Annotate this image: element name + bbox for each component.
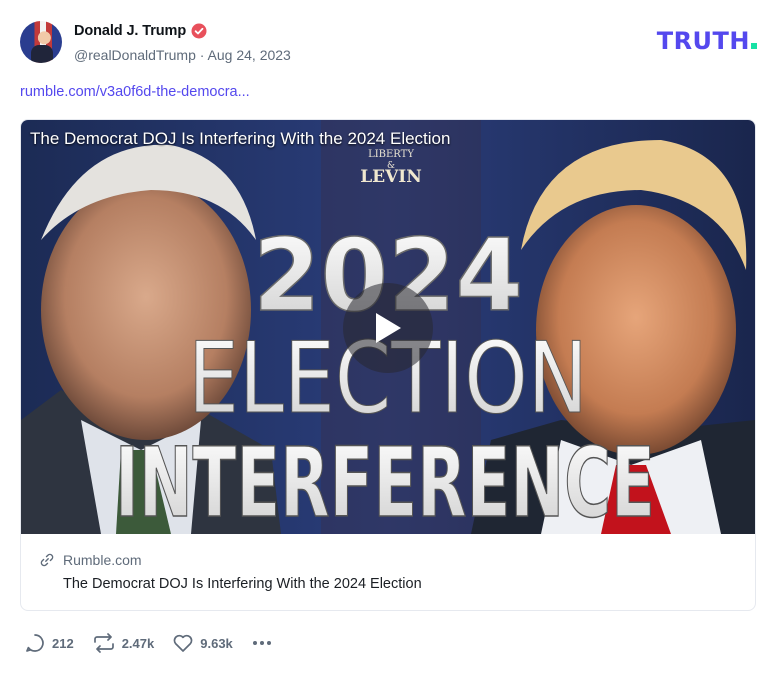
reply-button[interactable]: 212 <box>24 632 74 654</box>
play-icon <box>376 313 401 343</box>
author-handle[interactable]: @realDonaldTrump <box>74 47 196 63</box>
link-domain: Rumble.com <box>63 552 142 568</box>
play-button[interactable] <box>343 283 433 373</box>
thumb-line-interference: INTERFERENCE <box>115 427 655 534</box>
video-thumbnail[interactable]: LIBERTY & LEVIN 2024 ELECTION INTERFEREN… <box>21 120 755 534</box>
verified-badge-icon <box>191 23 207 39</box>
link-title: The Democrat DOJ Is Interfering With the… <box>63 576 422 592</box>
video-overlay-title: The Democrat DOJ Is Interfering With the… <box>30 129 451 148</box>
link-preview-card[interactable]: LIBERTY & LEVIN 2024 ELECTION INTERFEREN… <box>20 119 756 611</box>
thumb-badge-top: LIBERTY <box>368 149 414 160</box>
post-header: Donald J. Trump @realDonaldTrump · Aug 2… <box>20 20 757 66</box>
link-info[interactable]: Rumble.com The Democrat DOJ Is Interferi… <box>21 534 755 610</box>
author-name-row: Donald J. Trump <box>74 23 207 39</box>
retruth-count: 2.47k <box>121 635 155 651</box>
like-button[interactable]: 9.63k <box>172 632 233 654</box>
truth-logo-text: TRUTH <box>656 27 750 55</box>
heart-icon <box>173 634 193 652</box>
author-name[interactable]: Donald J. Trump <box>74 23 186 39</box>
author-avatar[interactable] <box>20 21 62 63</box>
post-link[interactable]: rumble.com/v3a0f6d-the-democra... <box>20 84 250 100</box>
more-button[interactable] <box>251 632 273 654</box>
more-icon <box>252 641 271 645</box>
truth-logo[interactable]: TRUTH <box>657 27 757 55</box>
post-date[interactable]: Aug 24, 2023 <box>208 47 291 63</box>
meta-separator: · <box>199 47 205 63</box>
retruth-button[interactable]: 2.47k <box>92 632 155 654</box>
thumb-badge-name: LEVIN <box>360 167 422 187</box>
link-domain-row: Rumble.com <box>39 552 142 568</box>
post-actions: 212 2.47k 9.63k <box>24 631 291 655</box>
post-meta: @realDonaldTrump · Aug 24, 2023 <box>74 47 291 63</box>
link-icon <box>40 553 54 567</box>
reply-icon <box>26 634 44 652</box>
reply-count: 212 <box>52 635 74 651</box>
truth-logo-dot <box>751 43 757 49</box>
like-count: 9.63k <box>200 635 233 651</box>
retruth-icon <box>93 633 114 653</box>
